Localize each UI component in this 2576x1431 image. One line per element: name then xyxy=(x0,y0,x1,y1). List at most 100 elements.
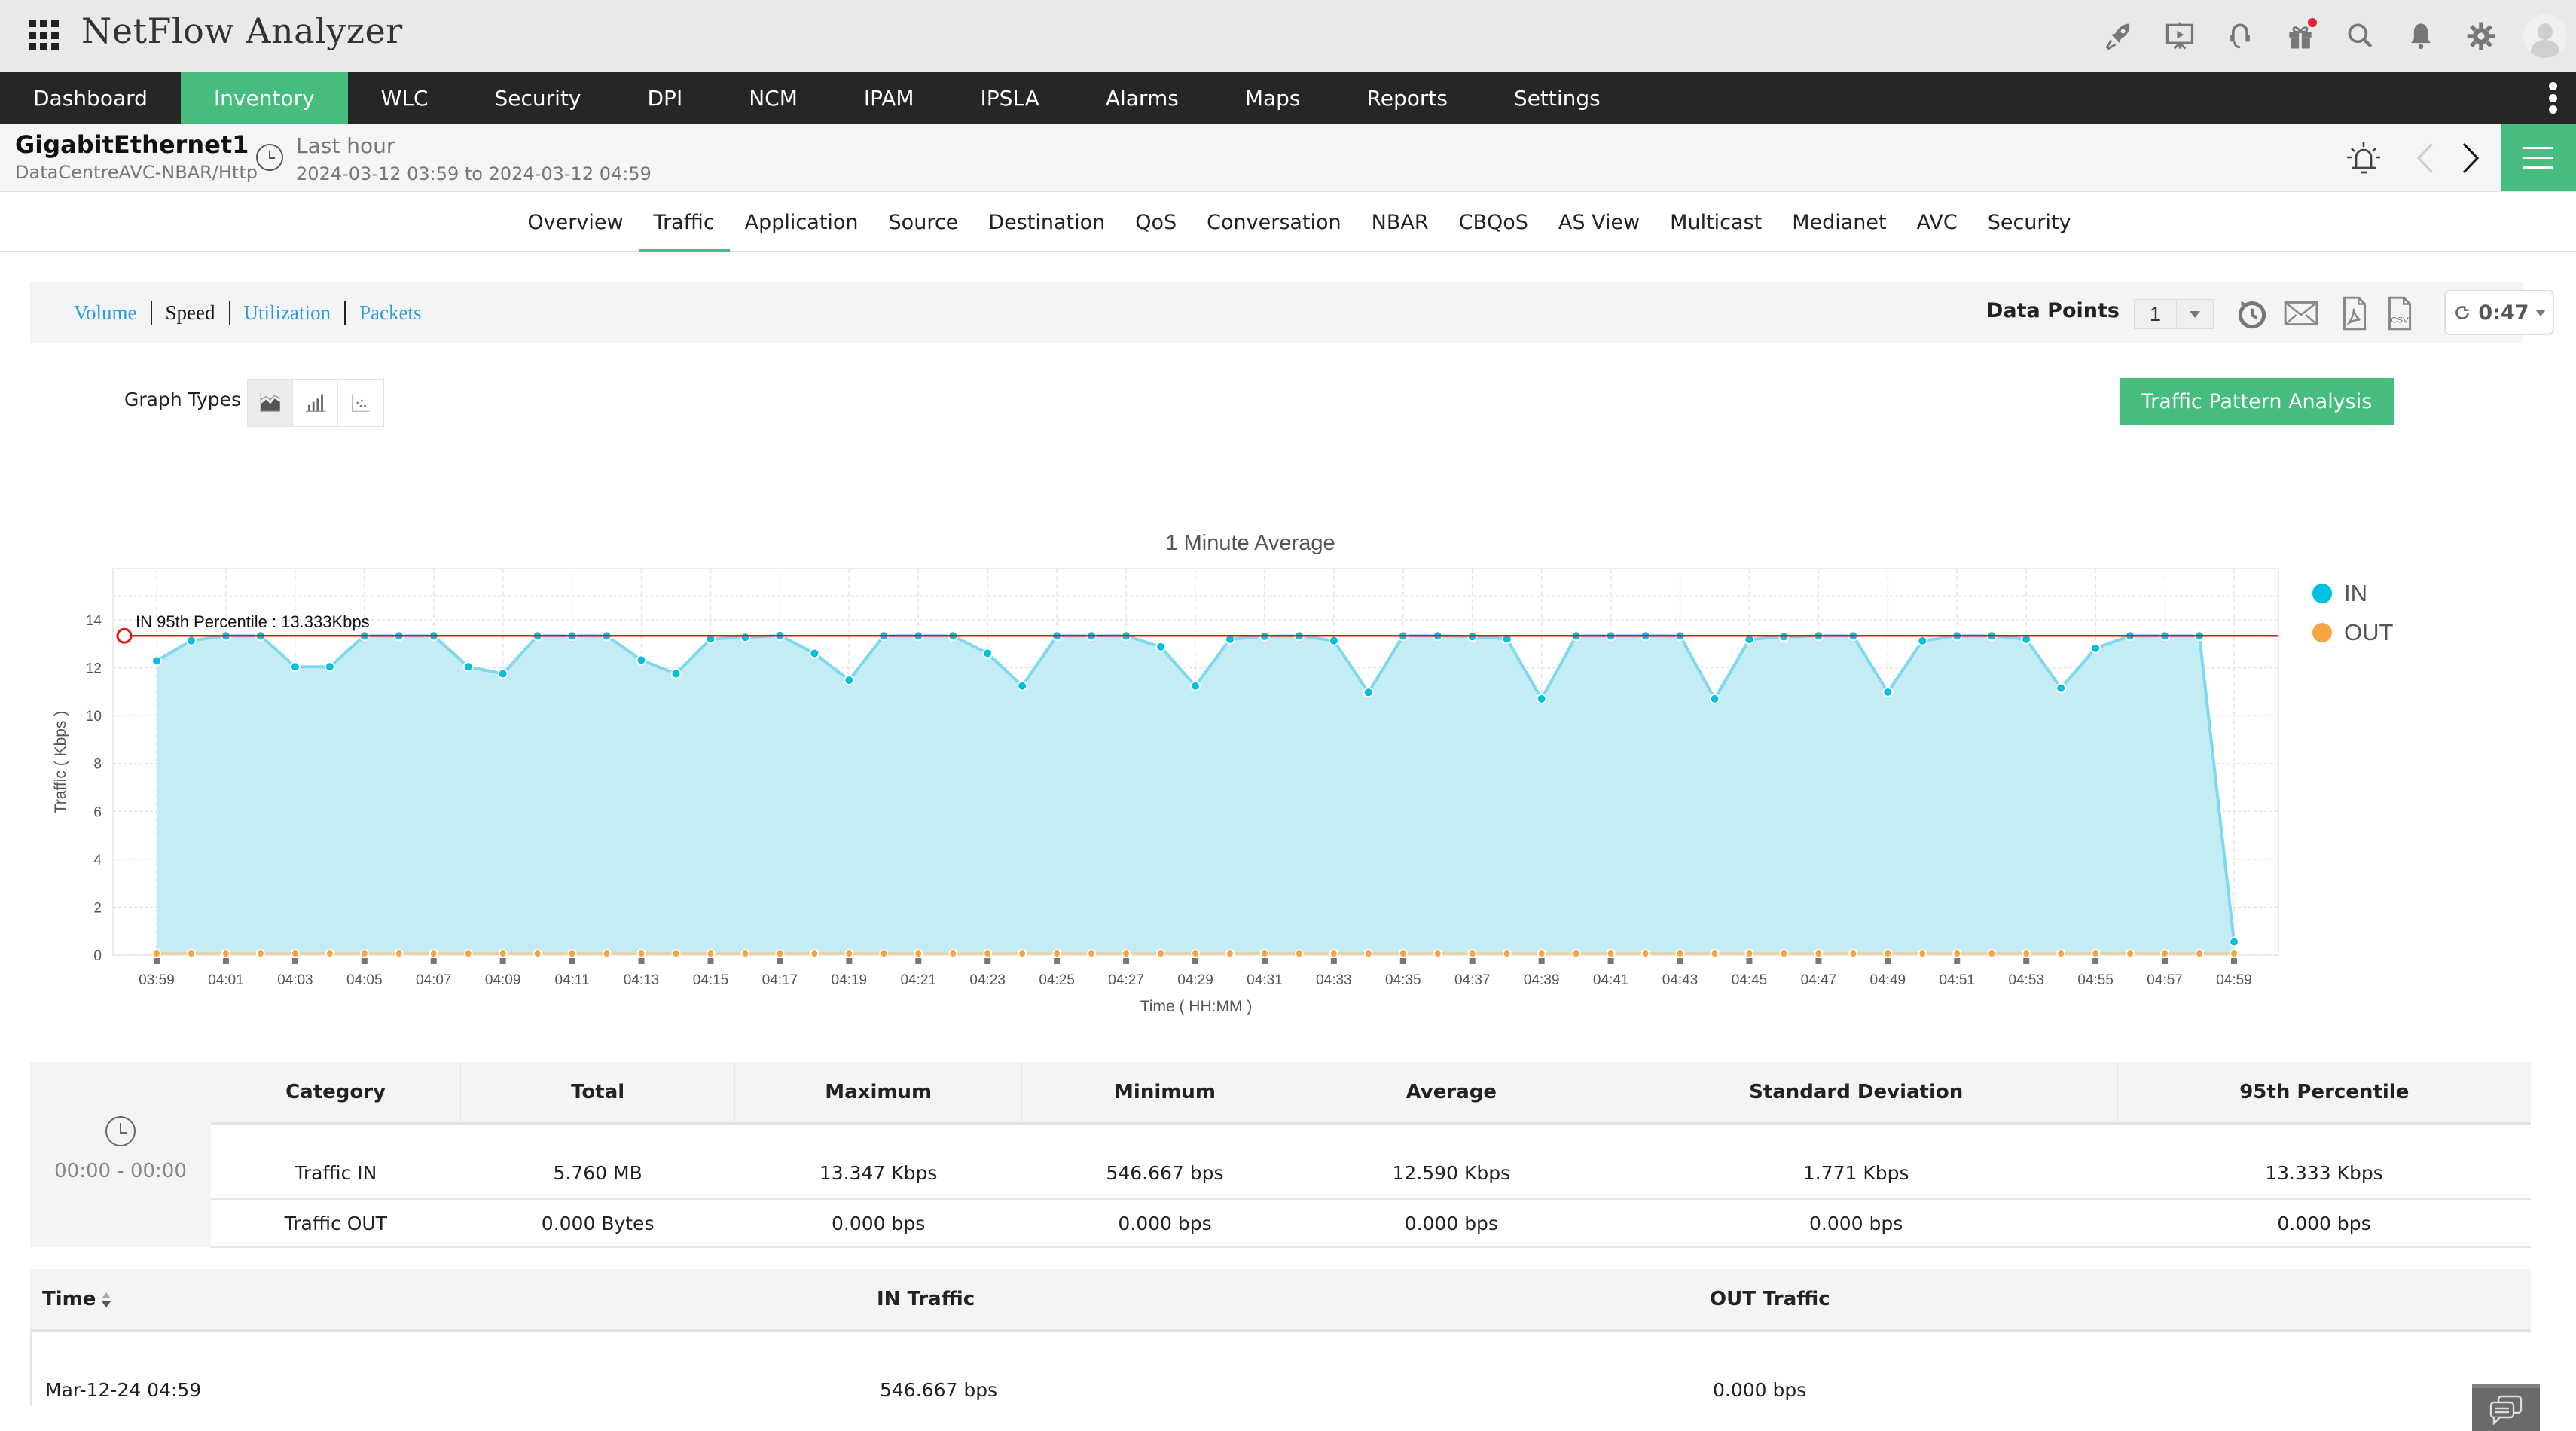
out-data-point xyxy=(463,949,473,958)
cell: 0.000 bps xyxy=(1308,1199,1595,1248)
csv-export-icon[interactable]: CSV xyxy=(2380,294,2418,332)
legend-item-in[interactable]: IN xyxy=(2312,574,2393,613)
nav-ipsla[interactable]: IPSLA xyxy=(948,72,1073,124)
tab-source[interactable]: Source xyxy=(874,194,974,251)
tab-avc[interactable]: AVC xyxy=(1902,194,1973,251)
schedule-timer-icon[interactable] xyxy=(2233,294,2271,332)
data-header-row: Time IN Traffic OUT Traffic xyxy=(30,1269,2531,1332)
gift-icon[interactable] xyxy=(2270,0,2330,72)
clock-icon[interactable] xyxy=(256,144,283,171)
app-grid-icon[interactable] xyxy=(29,20,60,51)
more-vertical-icon[interactable] xyxy=(2549,82,2559,114)
bell-icon[interactable] xyxy=(2391,0,2451,72)
tab-cbqos[interactable]: CBQoS xyxy=(1444,194,1543,251)
tab-security[interactable]: Security xyxy=(1973,194,2086,251)
tab-traffic[interactable]: Traffic xyxy=(638,194,730,252)
gear-icon[interactable] xyxy=(2451,0,2511,72)
tab-overview[interactable]: Overview xyxy=(512,194,638,251)
area-chart-button[interactable] xyxy=(248,380,293,426)
data-points-select[interactable]: 1 xyxy=(2134,299,2214,329)
nav-maps[interactable]: Maps xyxy=(1212,72,1334,124)
traffic-pattern-analysis-button[interactable]: Traffic Pattern Analysis xyxy=(2120,378,2394,425)
nav-dashboard[interactable]: Dashboard xyxy=(0,72,181,124)
metric-tab-packets[interactable]: Packets xyxy=(346,301,435,325)
chat-icon xyxy=(2489,1395,2523,1425)
out-data-point xyxy=(255,949,265,958)
cell: Traffic IN xyxy=(211,1124,461,1200)
tab-multicast[interactable]: Multicast xyxy=(1655,194,1777,251)
nav-security[interactable]: Security xyxy=(462,72,615,124)
nav-ncm[interactable]: NCM xyxy=(716,72,831,124)
nav-alarms[interactable]: Alarms xyxy=(1073,72,1212,124)
x-tick-mark xyxy=(1746,958,1753,964)
x-tick-mark xyxy=(222,958,229,964)
previous-chevron-icon[interactable] xyxy=(2414,141,2437,175)
tab-qos[interactable]: QoS xyxy=(1120,194,1192,251)
x-tick-label: 03:59 xyxy=(139,972,175,988)
tab-conversation[interactable]: Conversation xyxy=(1192,194,1357,251)
pdf-export-icon[interactable] xyxy=(2335,294,2373,332)
out-data-point xyxy=(1952,949,1962,958)
stats-row-traffic-in: Traffic IN 5.760 MB 13.347 Kbps 546.667 … xyxy=(211,1124,2531,1200)
in-data-point xyxy=(1155,641,1167,652)
tab-medianet[interactable]: Medianet xyxy=(1777,194,1901,251)
nav-ipam[interactable]: IPAM xyxy=(831,72,948,124)
metric-tab-speed[interactable]: Speed xyxy=(152,301,229,325)
metric-tab-utilization[interactable]: Utilization xyxy=(230,301,344,325)
x-tick-mark xyxy=(2092,958,2099,964)
auto-refresh-dropdown[interactable]: 0:47 xyxy=(2444,290,2554,335)
clock-icon xyxy=(105,1116,136,1146)
presentation-icon[interactable] xyxy=(2150,0,2210,72)
email-icon[interactable] xyxy=(2282,294,2320,332)
out-data-point xyxy=(2160,949,2170,958)
next-chevron-icon[interactable] xyxy=(2459,141,2482,175)
nav-reports[interactable]: Reports xyxy=(1334,72,1481,124)
alarm-bell-icon[interactable] xyxy=(2343,139,2385,177)
support-headset-icon[interactable] xyxy=(2210,0,2270,72)
nav-dpi[interactable]: DPI xyxy=(615,72,716,124)
column-header-time[interactable]: Time xyxy=(30,1269,865,1332)
bar-chart-button[interactable] xyxy=(293,380,338,426)
nav-settings[interactable]: Settings xyxy=(1481,72,1634,124)
x-tick-label: 04:41 xyxy=(1593,972,1629,988)
nav-inventory[interactable]: Inventory xyxy=(180,72,348,124)
x-tick-label: 04:45 xyxy=(1732,972,1768,988)
y-tick-label: 10 xyxy=(86,709,102,725)
scatter-chart-icon xyxy=(351,394,370,413)
out-data-point xyxy=(1848,949,1858,958)
rocket-icon[interactable] xyxy=(2089,0,2150,72)
legend-item-out[interactable]: OUT xyxy=(2312,613,2393,652)
dropdown-arrow-icon xyxy=(2190,310,2200,318)
column-header-total: Total xyxy=(460,1062,736,1125)
search-icon[interactable] xyxy=(2330,0,2391,72)
hamburger-menu-button[interactable] xyxy=(2501,124,2576,191)
column-header-in-traffic: IN Traffic xyxy=(865,1269,1698,1332)
sort-icon[interactable] xyxy=(102,1292,111,1307)
nav-wlc[interactable]: WLC xyxy=(348,72,462,124)
metric-tab-volume[interactable]: Volume xyxy=(60,301,151,325)
user-avatar[interactable] xyxy=(2523,14,2567,58)
cell: 0.000 bps xyxy=(1021,1199,1308,1248)
x-tick-label: 04:37 xyxy=(1454,972,1491,988)
cell: 546.667 bps xyxy=(1021,1124,1308,1200)
cell: 0.000 bps xyxy=(1595,1199,2118,1248)
x-tick-label: 04:43 xyxy=(1662,972,1699,988)
out-data-point xyxy=(1710,949,1720,958)
tab-application[interactable]: Application xyxy=(730,194,874,251)
x-tick-mark xyxy=(915,958,922,964)
x-tick-label: 04:59 xyxy=(2216,972,2252,988)
tab-as-view[interactable]: AS View xyxy=(1543,194,1655,251)
in-data-point xyxy=(1778,631,1790,642)
y-axis-title: Traffic ( Kbps ) xyxy=(52,711,69,814)
time-range-label[interactable]: Last hour xyxy=(296,133,395,158)
chart-title: 1 Minute Average xyxy=(1165,531,1335,555)
out-data-point xyxy=(671,949,681,958)
tab-destination[interactable]: Destination xyxy=(973,194,1120,251)
x-tick-label: 04:05 xyxy=(346,972,383,988)
y-tick-label: 12 xyxy=(86,661,102,677)
statistics-table: Category Total Maximum Minimum Average S… xyxy=(211,1062,2531,1248)
tab-nbar[interactable]: NBAR xyxy=(1357,194,1444,251)
chat-button[interactable] xyxy=(2472,1384,2540,1431)
scatter-chart-button[interactable] xyxy=(338,380,383,426)
x-tick-mark xyxy=(1538,958,1545,964)
